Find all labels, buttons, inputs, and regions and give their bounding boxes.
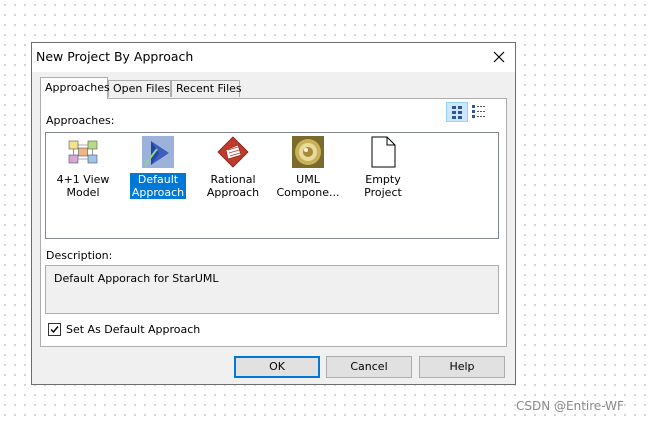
description-label: Description: [46,249,113,262]
description-box: Default Apporach for StarUML [45,265,499,314]
description-text: Default Apporach for StarUML [54,272,219,285]
tab-recent-files[interactable]: Recent Files [171,80,242,97]
checkbox-label: Set As Default Approach [66,323,201,336]
approach-item-rational[interactable]: Rational Approach [197,135,269,199]
approaches-panel: Approaches: 4+1 View Model Default Appro… [40,98,507,347]
cancel-button[interactable]: Cancel [326,356,412,378]
approach-label: Empty Project [364,173,402,199]
approaches-label: Approaches: [46,114,115,127]
title-bar[interactable]: New Project By Approach [32,43,515,72]
approach-item-uml-components[interactable]: UML Compone... [272,135,344,199]
approach-item-4plus1[interactable]: 4+1 View Model [47,135,119,199]
ok-button[interactable]: OK [234,356,320,378]
close-icon[interactable] [491,49,507,65]
watermark: CSDN @Entire-WF [516,399,624,413]
help-button[interactable]: Help [419,356,505,378]
default-approach-icon [142,136,174,168]
empty-project-icon [371,136,396,168]
approach-label: Rational Approach [206,173,260,199]
rational-approach-icon [217,136,249,168]
approach-label: Default Approach [129,173,187,199]
tab-open-files[interactable]: Open Files [108,80,171,97]
approach-item-default[interactable]: Default Approach [122,135,194,199]
tab-approaches[interactable]: Approaches [40,77,110,99]
checkmark-icon [50,326,59,334]
dialog-title: New Project By Approach [36,49,194,64]
list-view-icon[interactable] [469,102,491,122]
approach-list[interactable]: 4+1 View Model Default Approach Rational [45,132,499,239]
new-project-dialog: New Project By Approach Approaches Open … [31,42,516,385]
uml-components-icon [292,136,324,168]
approach-label: 4+1 View Model [56,173,110,199]
four-plus-one-view-icon [68,140,98,164]
checkbox-box[interactable] [48,323,61,336]
approach-item-empty-project[interactable]: Empty Project [347,135,419,199]
large-icons-view-icon[interactable] [446,102,468,122]
approach-label: UML Compone... [276,173,340,199]
